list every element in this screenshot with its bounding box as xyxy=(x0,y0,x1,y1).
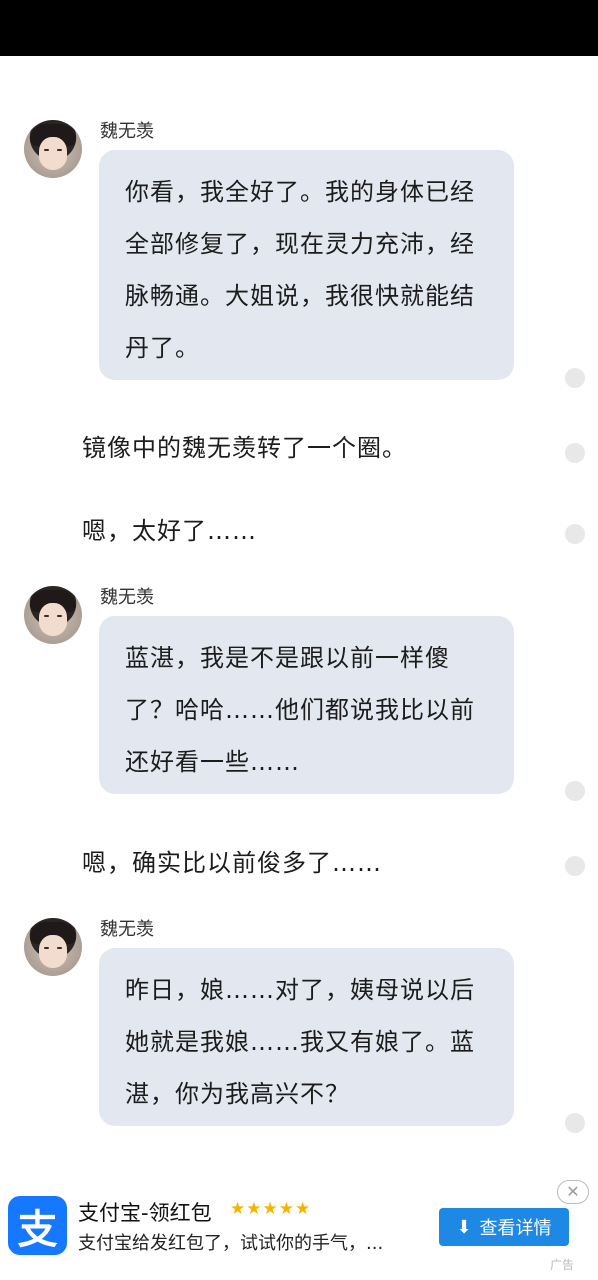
comment-dot-icon[interactable] xyxy=(565,1113,585,1133)
ad-tag: 广告 xyxy=(550,1258,575,1272)
status-bar xyxy=(0,0,598,56)
alipay-logo-icon: 支 xyxy=(8,1196,67,1255)
comment-dot-icon[interactable] xyxy=(565,443,585,463)
download-icon: ⬇ xyxy=(456,1216,472,1238)
narration-text: 嗯，确实比以前俊多了…… xyxy=(82,849,382,877)
rating-stars: ★★★★★ xyxy=(230,1199,312,1219)
avatar[interactable] xyxy=(24,120,82,178)
ad-title: 支付宝-领红包 xyxy=(78,1201,212,1225)
message-bubble[interactable]: 蓝湛，我是不是跟以前一样傻了？哈哈……他们都说我比以前还好看一些…… xyxy=(99,616,514,794)
narration-text: 镜像中的魏无羡转了一个圈。 xyxy=(82,434,407,462)
sender-name: 魏无羡 xyxy=(100,587,154,608)
message-bubble[interactable]: 你看，我全好了。我的身体已经全部修复了，现在灵力充沛，经脉畅通。大姐说，我很快就… xyxy=(99,150,514,380)
sender-name: 魏无羡 xyxy=(100,121,154,142)
sender-name: 魏无羡 xyxy=(100,919,154,940)
ad-banner[interactable]: 支 支付宝-领红包 ★★★★★ 支付宝给发红包了，试试你的手气，... ⬇ 查看… xyxy=(0,1180,598,1280)
comment-dot-icon[interactable] xyxy=(565,781,585,801)
comment-dot-icon[interactable] xyxy=(565,524,585,544)
narration-text: 嗯，太好了…… xyxy=(82,517,257,545)
avatar[interactable] xyxy=(24,586,82,644)
view-details-button[interactable]: ⬇ 查看详情 xyxy=(439,1208,569,1246)
comment-dot-icon[interactable] xyxy=(565,368,585,388)
ad-description: 支付宝给发红包了，试试你的手气，... xyxy=(78,1233,384,1254)
comment-dot-icon[interactable] xyxy=(565,856,585,876)
view-details-label: 查看详情 xyxy=(479,1218,552,1239)
avatar[interactable] xyxy=(24,918,82,976)
close-ad-icon[interactable]: ✕ xyxy=(557,1180,589,1204)
message-bubble[interactable]: 昨日，娘……对了，姨母说以后她就是我娘……我又有娘了。蓝湛，你为我高兴不？ xyxy=(99,948,514,1126)
